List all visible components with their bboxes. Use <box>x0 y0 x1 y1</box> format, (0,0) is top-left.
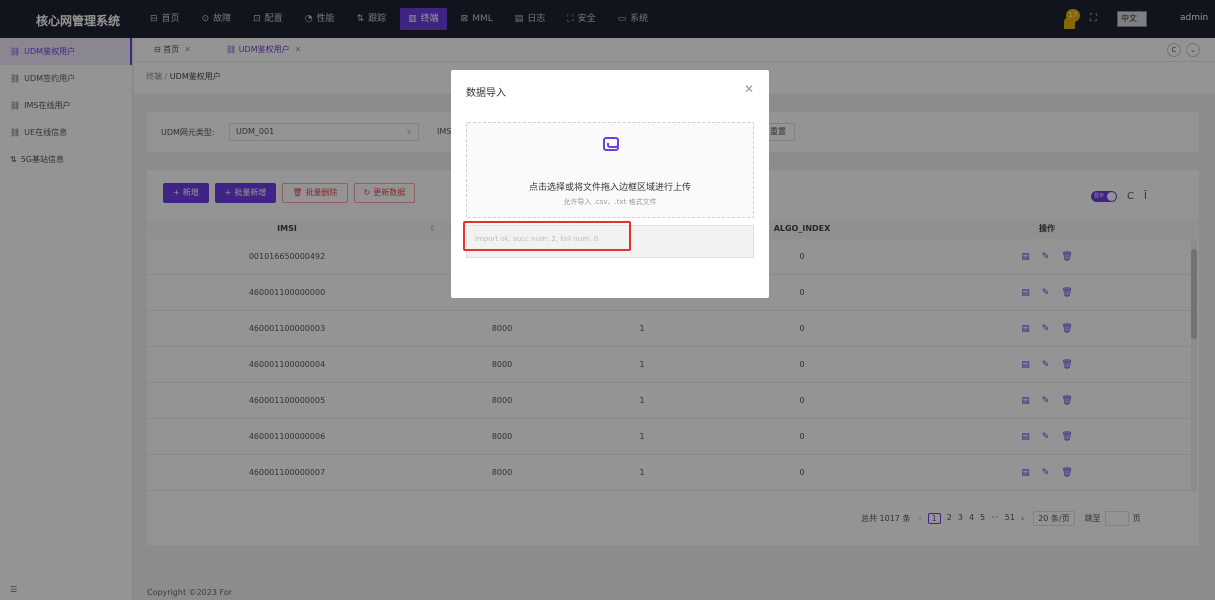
inbox-icon <box>603 137 619 151</box>
upload-dropzone[interactable]: 点击选择或将文件拖入边框区域进行上传 允许导入 .csv、.txt 格式文件 <box>466 122 754 218</box>
upload-text: 点击选择或将文件拖入边框区域进行上传 <box>528 183 691 193</box>
highlight-box <box>463 221 631 251</box>
dialog-title: 数据导入 <box>466 88 506 99</box>
close-icon[interactable]: ✕ <box>744 82 754 96</box>
upload-hint: 允许导入 .csv、.txt 格式文件 <box>563 198 657 206</box>
import-dialog: 数据导入 ✕ 点击选择或将文件拖入边框区域进行上传 允许导入 .csv、.txt… <box>451 70 769 298</box>
